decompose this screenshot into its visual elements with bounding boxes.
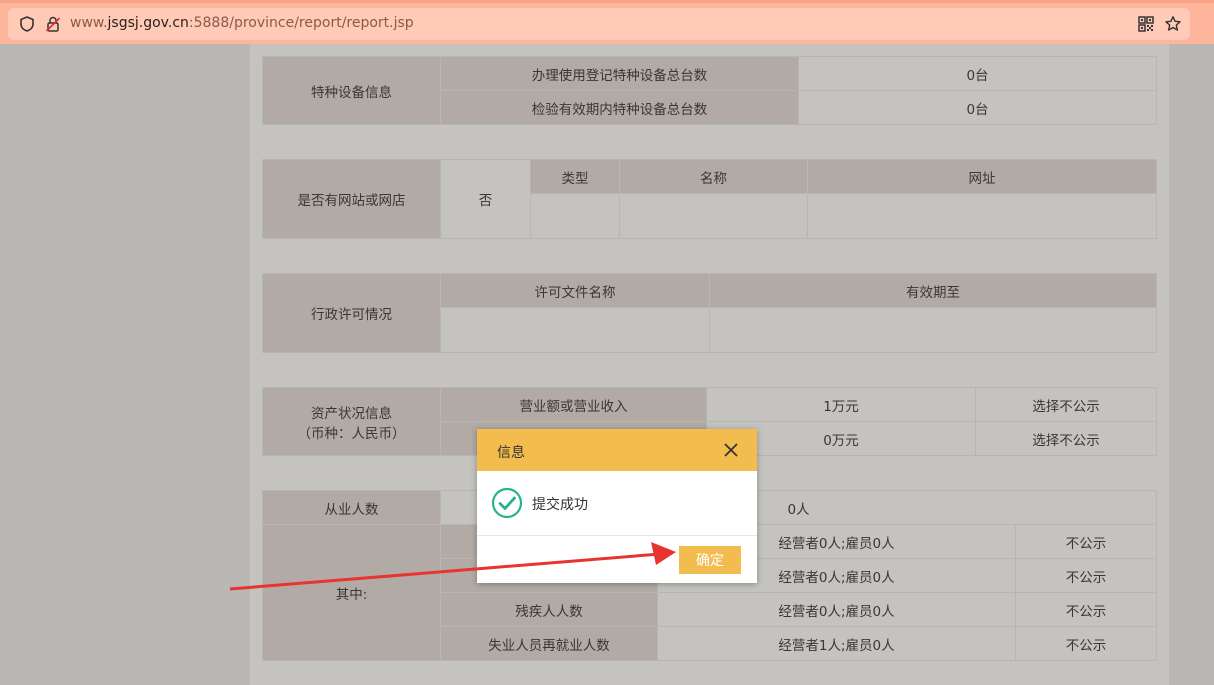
equipment-valid-label: 检验有效期内特种设备总台数: [440, 90, 799, 125]
license-label: 行政许可情况: [262, 273, 441, 353]
shield-icon[interactable]: [18, 15, 36, 33]
disabled-employees-label: 残疾人人数: [440, 592, 658, 627]
website-col-name: 名称: [619, 159, 808, 194]
info-dialog: 信息 提交成功 确定: [477, 429, 757, 583]
dialog-title: 信息: [497, 445, 525, 461]
url-path: :5888/province/report/report.jsp: [188, 15, 414, 31]
license-col-name: 许可文件名称: [440, 273, 710, 308]
license-cell-name: [440, 307, 710, 353]
employees-total-label: 从业人数: [262, 490, 441, 525]
close-icon[interactable]: [723, 442, 739, 458]
revenue-status: 选择不公示: [975, 387, 1157, 422]
reemployed-status: 不公示: [1014, 626, 1158, 661]
assets-label-line2: （币种：人民币）: [297, 425, 406, 442]
equipment-registered-value: 0台: [798, 56, 1157, 91]
reemployed-label: 失业人员再就业人数: [440, 626, 658, 661]
qr-code-icon[interactable]: [1137, 15, 1155, 33]
equipment-registered-label: 办理使用登记特种设备总台数: [440, 56, 799, 91]
website-col-url: 网址: [807, 159, 1157, 194]
success-check-icon: [491, 487, 523, 519]
revenue-label: 营业额或营业收入: [440, 387, 707, 422]
address-bar[interactable]: www.jsgsj.gov.cn:5888/province/report/re…: [8, 8, 1190, 40]
disabled-employees-value: 经营者0人;雇员0人: [657, 592, 1016, 627]
license-col-expiry: 有效期至: [709, 273, 1157, 308]
equipment-valid-value: 0台: [798, 90, 1157, 125]
website-cell-name: [619, 193, 808, 239]
confirm-button[interactable]: 确定: [679, 546, 741, 574]
website-label: 是否有网站或网店: [262, 159, 441, 239]
employees-sub-label: 其中:: [262, 524, 441, 661]
website-value: 否: [440, 159, 531, 239]
employee-row2-status: 不公示: [1014, 558, 1158, 593]
browser-toolbar: www.jsgsj.gov.cn:5888/province/report/re…: [0, 0, 1214, 44]
revenue-value: 1万元: [706, 387, 976, 422]
license-cell-expiry: [709, 307, 1157, 353]
dialog-header: 信息: [477, 429, 757, 471]
url-text[interactable]: www.jsgsj.gov.cn:5888/province/report/re…: [70, 15, 414, 31]
special-equipment-label: 特种设备信息: [262, 56, 441, 125]
reemployed-value: 经营者1人;雇员0人: [657, 626, 1016, 661]
assets-label: 资产状况信息 （币种：人民币）: [262, 387, 441, 456]
disabled-employees-status: 不公示: [1014, 592, 1158, 627]
license-table: 行政许可情况 许可文件名称 有效期至: [262, 273, 1157, 353]
assets-label-line1: 资产状况信息: [311, 405, 392, 422]
special-equipment-table: 特种设备信息 办理使用登记特种设备总台数 0台 检验有效期内特种设备总台数 0台: [262, 56, 1157, 125]
dialog-body: 提交成功: [477, 471, 757, 536]
dialog-message: 提交成功: [532, 497, 588, 513]
insecure-lock-icon[interactable]: [44, 15, 62, 33]
website-col-type: 类型: [530, 159, 620, 194]
bookmark-star-icon[interactable]: [1164, 15, 1182, 33]
asset-row2-status: 选择不公示: [975, 421, 1157, 456]
website-cell-url: [807, 193, 1157, 239]
url-prefix: www.: [70, 15, 108, 31]
employee-row1-status: 不公示: [1014, 524, 1158, 559]
website-cell-type: [530, 193, 620, 239]
website-table: 是否有网站或网店 否 类型 名称 网址: [262, 159, 1157, 239]
url-domain: jsgsj.gov.cn: [107, 15, 189, 31]
